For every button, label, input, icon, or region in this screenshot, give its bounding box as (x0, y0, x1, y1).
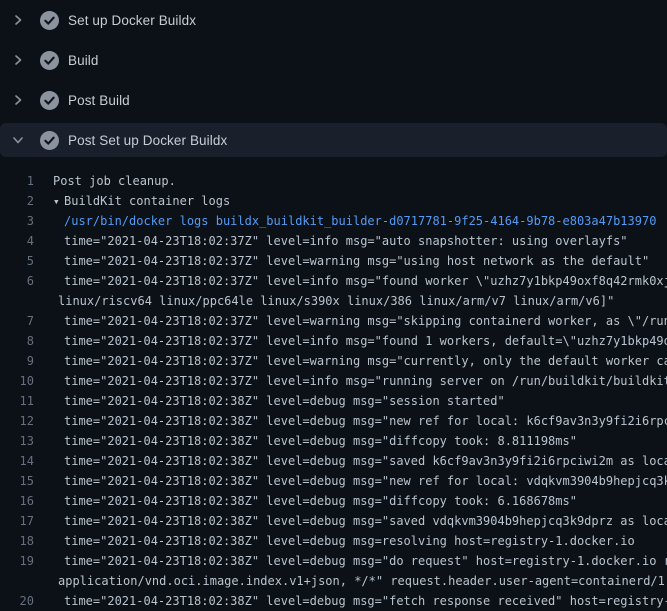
step-label: Post Build (68, 93, 130, 108)
line-number[interactable]: 8 (0, 331, 34, 351)
log-text: linux/riscv64 linux/ppc64le linux/s390x … (58, 291, 614, 311)
line-number[interactable]: 3 (0, 211, 34, 231)
step-row-post-setup-docker-buildx[interactable]: Post Set up Docker Buildx (0, 123, 667, 157)
line-number[interactable]: 4 (0, 231, 34, 251)
line-number[interactable]: 18 (0, 531, 34, 551)
log-line: 17 time="2021-04-23T18:02:38Z" level=debu… (0, 511, 667, 531)
log-line-continuation: linux/riscv64 linux/ppc64le linux/s390x … (0, 291, 667, 311)
log-line: 14 time="2021-04-23T18:02:38Z" level=debu… (0, 451, 667, 471)
log-line: 18 time="2021-04-23T18:02:38Z" level=debu… (0, 531, 667, 551)
line-number[interactable]: 17 (0, 511, 34, 531)
log-line: 20 time="2021-04-23T18:02:38Z" level=debu… (0, 591, 667, 611)
log-text: time="2021-04-23T18:02:38Z" level=debug … (64, 411, 667, 431)
step-label: Post Set up Docker Buildx (68, 133, 227, 148)
log-line: 3/usr/bin/docker logs buildx_buildkit_bu… (0, 211, 667, 231)
step-list: Set up Docker Buildx Build Post Build Po… (0, 0, 667, 157)
line-number[interactable]: 11 (0, 391, 34, 411)
log-text: time="2021-04-23T18:02:38Z" level=debug … (64, 471, 667, 491)
check-circle-icon (40, 91, 59, 110)
log-text: time="2021-04-23T18:02:38Z" level=debug … (64, 491, 577, 511)
log-line: 4 time="2021-04-23T18:02:37Z" level=info … (0, 231, 667, 251)
chevron-right-icon (11, 53, 25, 67)
check-circle-icon (40, 131, 59, 150)
line-number (0, 291, 34, 311)
check-circle-icon (40, 11, 59, 30)
log-text: time="2021-04-23T18:02:38Z" level=debug … (64, 531, 635, 551)
step-label: Build (68, 53, 99, 68)
log-line-continuation: application/vnd.oci.image.index.v1+json,… (0, 571, 667, 591)
line-number[interactable]: 2 (0, 191, 34, 211)
log-line: 6 time="2021-04-23T18:02:37Z" level=info … (0, 271, 667, 291)
log-text: time="2021-04-23T18:02:38Z" level=debug … (64, 431, 577, 451)
line-number[interactable]: 20 (0, 591, 34, 611)
group-caret-icon[interactable]: ▾ (53, 192, 64, 211)
line-number[interactable]: 6 (0, 271, 34, 291)
log-text: time="2021-04-23T18:02:37Z" level=info m… (64, 231, 628, 251)
log-line: 15 time="2021-04-23T18:02:38Z" level=debu… (0, 471, 667, 491)
line-number[interactable]: 15 (0, 471, 34, 491)
log-text: time="2021-04-23T18:02:37Z" level=warnin… (64, 311, 667, 331)
line-number[interactable]: 10 (0, 371, 34, 391)
log-text: time="2021-04-23T18:02:38Z" level=debug … (64, 511, 667, 531)
line-number (0, 571, 34, 591)
chevron-right-icon (11, 93, 25, 107)
step-row-build[interactable]: Build (0, 40, 667, 80)
log-line: 11 time="2021-04-23T18:02:38Z" level=debu… (0, 391, 667, 411)
log-line: 19 time="2021-04-23T18:02:38Z" level=debu… (0, 551, 667, 571)
log-text: time="2021-04-23T18:02:38Z" level=debug … (64, 391, 505, 411)
step-label: Set up Docker Buildx (68, 13, 196, 28)
log-text: Post job cleanup. (53, 171, 176, 191)
log-text: time="2021-04-23T18:02:38Z" level=debug … (64, 551, 667, 571)
log-text: time="2021-04-23T18:02:38Z" level=debug … (64, 591, 667, 611)
log-lines: 1 Post job cleanup. 2 ▾BuildKit container l… (0, 160, 667, 611)
log-line: 8 time="2021-04-23T18:02:37Z" level=info … (0, 331, 667, 351)
log-text: time="2021-04-23T18:02:38Z" level=debug … (64, 451, 667, 471)
log-line: 13 time="2021-04-23T18:02:38Z" level=debu… (0, 431, 667, 451)
chevron-down-icon (11, 133, 25, 147)
line-number[interactable]: 1 (0, 171, 34, 191)
log-line: 9 time="2021-04-23T18:02:37Z" level=warni… (0, 351, 667, 371)
log-line: 12 time="2021-04-23T18:02:38Z" level=debu… (0, 411, 667, 431)
line-number[interactable]: 7 (0, 311, 34, 331)
log-line: 16 time="2021-04-23T18:02:38Z" level=debu… (0, 491, 667, 511)
step-row-post-build[interactable]: Post Build (0, 80, 667, 120)
step-row-setup-docker-buildx[interactable]: Set up Docker Buildx (0, 0, 667, 40)
line-number[interactable]: 14 (0, 451, 34, 471)
log-text: time="2021-04-23T18:02:37Z" level=info m… (64, 371, 667, 391)
log-line: 2 ▾BuildKit container logs (0, 191, 667, 211)
line-number[interactable]: 5 (0, 251, 34, 271)
line-number[interactable]: 9 (0, 351, 34, 371)
line-number[interactable]: 16 (0, 491, 34, 511)
command-text: /usr/bin/docker logs buildx_buildkit_bui… (64, 211, 656, 231)
chevron-right-icon (11, 13, 25, 27)
log-text: time="2021-04-23T18:02:37Z" level=info m… (64, 271, 667, 291)
log-line: 5 time="2021-04-23T18:02:37Z" level=warni… (0, 251, 667, 271)
log-text[interactable]: ▾BuildKit container logs (53, 191, 230, 211)
log-line: 1 Post job cleanup. (0, 171, 667, 191)
log-text: application/vnd.oci.image.index.v1+json,… (58, 571, 667, 591)
log-line: 7 time="2021-04-23T18:02:37Z" level=warni… (0, 311, 667, 331)
log-text: time="2021-04-23T18:02:37Z" level=warnin… (64, 251, 649, 271)
line-number[interactable]: 13 (0, 431, 34, 451)
check-circle-icon (40, 51, 59, 70)
log-line: 10 time="2021-04-23T18:02:37Z" level=info… (0, 371, 667, 391)
log-text: time="2021-04-23T18:02:37Z" level=warnin… (64, 351, 667, 371)
log-text: time="2021-04-23T18:02:37Z" level=info m… (64, 331, 667, 351)
line-number[interactable]: 12 (0, 411, 34, 431)
line-number[interactable]: 19 (0, 551, 34, 571)
